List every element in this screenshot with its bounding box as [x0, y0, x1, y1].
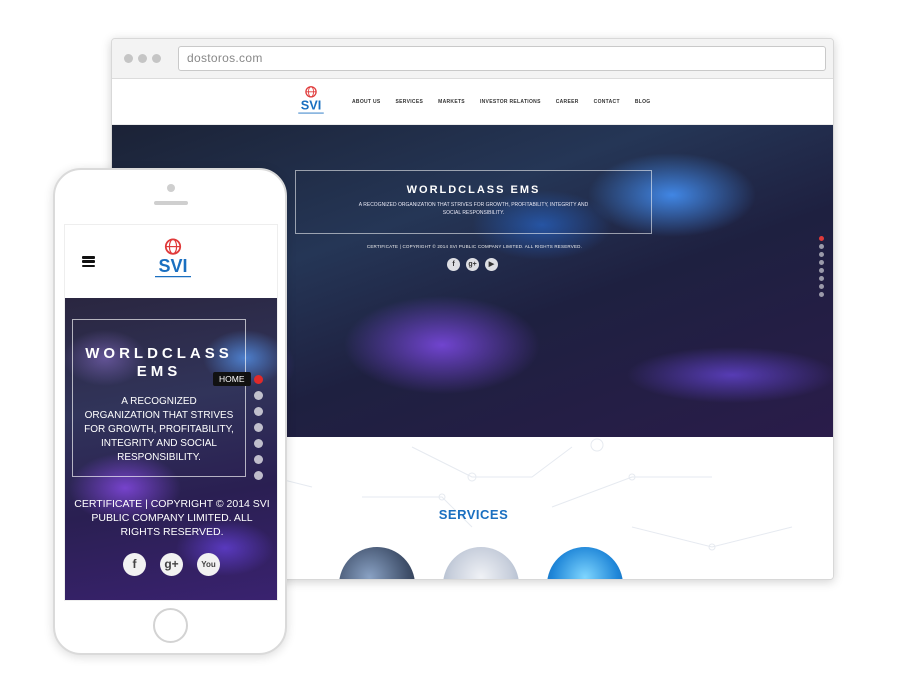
- nav-item-contact[interactable]: CONTACT: [594, 99, 620, 105]
- mobile-hero: WORLDCLASS EMS A RECOGNIZED ORGANIZATION…: [65, 298, 277, 600]
- phone-home-button[interactable]: [153, 608, 188, 643]
- nav-item-career[interactable]: CAREER: [556, 99, 579, 105]
- mobile-header: SVI: [65, 225, 277, 298]
- logo-text: SVI: [301, 98, 322, 113]
- window-dot[interactable]: [152, 54, 161, 63]
- address-bar[interactable]: dostoros.com: [178, 46, 826, 71]
- nav-item-investor-relations[interactable]: INVESTOR RELATIONS: [480, 99, 541, 105]
- pager-dot[interactable]: [254, 455, 263, 464]
- nav-item-blog[interactable]: BLOG: [635, 99, 651, 105]
- pager-dot[interactable]: [254, 439, 263, 448]
- window-dot[interactable]: [124, 54, 133, 63]
- hamburger-icon[interactable]: [82, 256, 95, 267]
- pager-dot[interactable]: [819, 252, 824, 257]
- google-plus-icon[interactable]: g+: [466, 258, 479, 271]
- pager-dot[interactable]: [254, 391, 263, 400]
- nav-item-services[interactable]: SERVICES: [396, 99, 424, 105]
- pager-dot-active[interactable]: [819, 236, 824, 241]
- window-controls: [124, 54, 161, 63]
- logo-text: SVI: [158, 256, 187, 276]
- mobile-copyright: CERTIFICATE | COPYRIGHT © 2014 SVI PUBLI…: [74, 498, 270, 538]
- phone-camera: [167, 184, 175, 192]
- pager-dot[interactable]: [819, 276, 824, 281]
- pager-dot[interactable]: [254, 407, 263, 416]
- mobile-phone: SVI WORLDCLASS EMS A RECOGNIZED ORGANIZA…: [53, 168, 287, 655]
- social-links: f g+ ▶: [447, 258, 498, 271]
- pager-dot[interactable]: [819, 284, 824, 289]
- pager-dot[interactable]: [819, 260, 824, 265]
- slide-pager: [819, 236, 824, 297]
- window-dot[interactable]: [138, 54, 147, 63]
- svi-logo[interactable]: SVI: [294, 85, 328, 119]
- mobile-social-links: f g+ You: [123, 553, 220, 576]
- facebook-icon[interactable]: f: [123, 553, 146, 576]
- mobile-hero-subtitle: A RECOGNIZED ORGANIZATION THAT STRIVES F…: [84, 396, 234, 463]
- hero-subtitle: A RECOGNIZED ORGANIZATION THAT STRIVES F…: [358, 202, 589, 216]
- pager-dot[interactable]: [254, 423, 263, 432]
- pager-dot[interactable]: [819, 268, 824, 273]
- youtube-icon[interactable]: You: [197, 553, 220, 576]
- site-header: SVI ABOUT US SERVICES MARKETS INVESTOR R…: [112, 80, 833, 125]
- hero-title: WORLDCLASS EMS: [406, 184, 541, 196]
- google-plus-icon[interactable]: g+: [160, 553, 183, 576]
- browser-toolbar: dostoros.com: [112, 39, 833, 79]
- facebook-icon[interactable]: f: [447, 258, 460, 271]
- pager-dot[interactable]: [254, 471, 263, 480]
- nav-item-about-us[interactable]: ABOUT US: [352, 99, 381, 105]
- pager-dot-active[interactable]: [254, 375, 263, 384]
- home-tooltip: HOME: [213, 372, 251, 386]
- pager-dot[interactable]: [819, 292, 824, 297]
- youtube-icon[interactable]: ▶: [485, 258, 498, 271]
- mockup-stage: dostoros.com SVI ABOUT US SERVICES MARKE…: [0, 0, 917, 691]
- desktop-nav: ABOUT US SERVICES MARKETS INVESTOR RELAT…: [352, 99, 650, 105]
- nav-item-markets[interactable]: MARKETS: [438, 99, 465, 105]
- mobile-hero-box: WORLDCLASS EMS A RECOGNIZED ORGANIZATION…: [72, 319, 246, 477]
- svi-logo[interactable]: SVI: [149, 237, 197, 285]
- phone-screen: SVI WORLDCLASS EMS A RECOGNIZED ORGANIZA…: [64, 224, 278, 601]
- hero-copyright: CERTIFICATE | COPYRIGHT © 2014 SVI PUBLI…: [366, 244, 583, 249]
- hero-text-box: WORLDCLASS EMS A RECOGNIZED ORGANIZATION…: [295, 170, 652, 234]
- phone-speaker: [154, 201, 188, 205]
- pager-dot[interactable]: [819, 244, 824, 249]
- mobile-slide-pager: [254, 375, 263, 480]
